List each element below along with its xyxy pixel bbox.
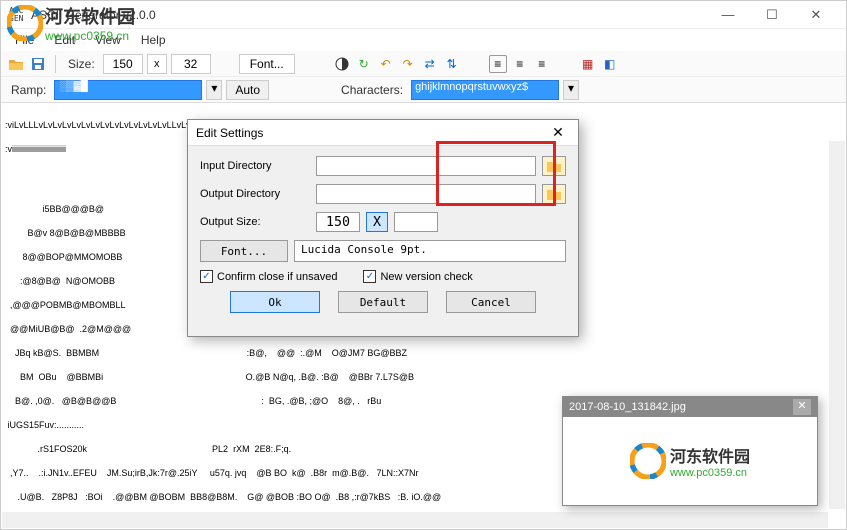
- flip-v-icon[interactable]: ⇅: [443, 55, 461, 73]
- align-right-icon[interactable]: ≡: [533, 55, 551, 73]
- align-left-icon[interactable]: ≡: [489, 55, 507, 73]
- input-directory-field[interactable]: [316, 156, 536, 176]
- output-directory-browse | folder-icon[interactable]: [542, 184, 566, 204]
- ascii-line: BM OBu @BBMBi O.@B N@q, .B@. :B@ @BBr 7.…: [5, 371, 842, 383]
- ramp-label: Ramp:: [7, 83, 50, 97]
- rotate-left-icon[interactable]: ↶: [377, 55, 395, 73]
- align-center-icon[interactable]: ≡: [511, 55, 529, 73]
- checkbox-icon: ✓: [363, 270, 376, 283]
- preview-url: www.pc0359.cn: [670, 467, 750, 479]
- main-window: 河东软件园 www.pc0359.cn ASCGEN ASCII Generat…: [0, 0, 847, 530]
- horizontal-scrollbar[interactable]: [2, 512, 828, 528]
- preview-body: 河东软件园 www.pc0359.cn: [563, 417, 817, 505]
- watermark-logo-icon: [7, 5, 43, 41]
- preview-logo-icon: [630, 443, 666, 479]
- preview-titlebar[interactable]: 2017-08-10_131842.jpg ✕: [563, 397, 817, 417]
- output-directory-label: Output Directory: [200, 188, 310, 200]
- output-directory-field[interactable]: [316, 184, 536, 204]
- output-size-height[interactable]: [394, 212, 438, 232]
- watermark-url: www.pc0359.cn: [45, 29, 135, 43]
- vertical-scrollbar[interactable]: [829, 141, 845, 509]
- dialog-titlebar: Edit Settings ✕: [188, 120, 578, 146]
- version-check-checkbox[interactable]: ✓ New version check: [363, 270, 472, 283]
- characters-input[interactable]: ghijklmnopqrstuvwxyz$: [411, 80, 559, 100]
- chars-dropdown-icon[interactable]: ▾: [563, 80, 579, 100]
- open-icon[interactable]: [7, 55, 25, 73]
- auto-button[interactable]: Auto: [226, 80, 269, 100]
- size-width-input[interactable]: [103, 54, 143, 74]
- color-icon[interactable]: ◧: [601, 55, 619, 73]
- size-height-input[interactable]: [171, 54, 211, 74]
- maximize-button[interactable]: ☐: [750, 1, 794, 29]
- watermark: 河东软件园 www.pc0359.cn: [1, 1, 141, 45]
- size-lock-button[interactable]: x: [147, 54, 167, 74]
- output-size-width[interactable]: [316, 212, 360, 232]
- default-button[interactable]: Default: [338, 291, 428, 313]
- palette-icon[interactable]: ▦: [579, 55, 597, 73]
- version-check-label: New version check: [380, 271, 472, 283]
- confirm-close-label: Confirm close if unsaved: [217, 271, 337, 283]
- dialog-font-value: Lucida Console 9pt.: [294, 240, 566, 262]
- characters-label: Characters:: [337, 83, 407, 97]
- ramp-dropdown-icon[interactable]: ▾: [206, 80, 222, 100]
- close-button[interactable]: ✕: [794, 1, 838, 29]
- input-directory-brow| folder-icon[interactable]: [542, 156, 566, 176]
- input-directory-label: Input Directory: [200, 160, 310, 172]
- preview-text: 河东软件园: [670, 443, 750, 467]
- font-button[interactable]: Font...: [239, 54, 295, 74]
- dialog-font-button[interactable]: Font...: [200, 240, 288, 262]
- checkbox-icon: ✓: [200, 270, 213, 283]
- confirm-close-checkbox[interactable]: ✓ Confirm close if unsaved: [200, 270, 337, 283]
- ascii-line: JBq kB@S. BBMBM :B@, @@ :.@M O@JM7 BG@BB…: [5, 347, 842, 359]
- output-size-lock-button[interactable]: X: [366, 212, 388, 232]
- refresh-icon[interactable]: ↻: [355, 55, 373, 73]
- ok-button[interactable]: Ok: [230, 291, 320, 313]
- ramp-select[interactable]: ░▒▓█: [54, 80, 202, 100]
- contrast-icon[interactable]: [333, 55, 351, 73]
- save-icon[interactable]: [29, 55, 47, 73]
- rotate-right-icon[interactable]: ↷: [399, 55, 417, 73]
- cancel-button[interactable]: Cancel: [446, 291, 536, 313]
- preview-window[interactable]: 2017-08-10_131842.jpg ✕ 河东软件园 www.pc0359…: [562, 396, 818, 506]
- preview-title: 2017-08-10_131842.jpg: [569, 401, 686, 413]
- output-size-label: Output Size:: [200, 216, 310, 228]
- dialog-close-button[interactable]: ✕: [546, 124, 570, 141]
- separator: [55, 55, 56, 73]
- flip-h-icon[interactable]: ⇄: [421, 55, 439, 73]
- toolbar-secondary: Ramp: ░▒▓█ ▾ Auto Characters: ghijklmnop…: [1, 77, 846, 103]
- dialog-title: Edit Settings: [196, 126, 263, 140]
- edit-settings-dialog: Edit Settings ✕ Input Directory Output D…: [187, 119, 579, 337]
- watermark-text: 河东软件园: [45, 3, 135, 29]
- preview-close-button[interactable]: ✕: [793, 399, 811, 415]
- minimize-button[interactable]: —: [706, 1, 750, 29]
- size-label: Size:: [64, 57, 99, 71]
- toolbar-main: Size: x Font... ↻ ↶ ↷ ⇄ ⇅ ≡ ≡ ≡ ▦ ◧: [1, 51, 846, 77]
